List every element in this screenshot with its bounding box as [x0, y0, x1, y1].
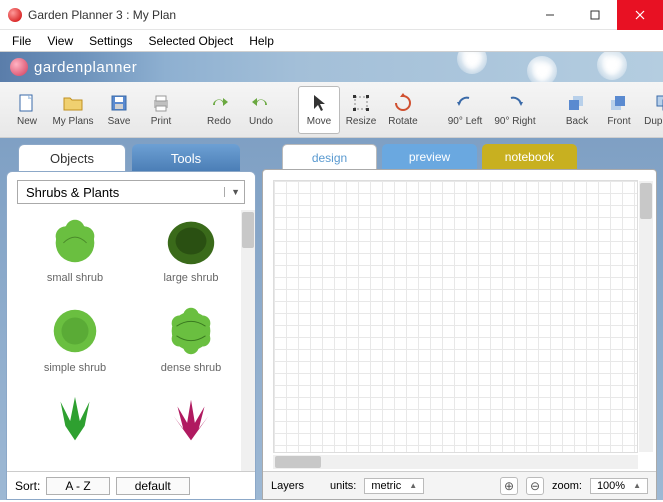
- rotate-button[interactable]: Rotate: [382, 86, 424, 134]
- right-panel: design preview notebook Layers units: me…: [262, 144, 657, 500]
- back-button[interactable]: Back: [556, 86, 598, 134]
- tab-tools[interactable]: Tools: [132, 144, 240, 172]
- object-label: dense shrub: [161, 362, 222, 374]
- sort-default-button[interactable]: default: [116, 477, 190, 495]
- object-item[interactable]: dense shrub: [133, 302, 249, 392]
- cursor-icon: [308, 92, 330, 114]
- object-label: small shrub: [47, 272, 103, 284]
- sort-bar: Sort: A - Z default: [7, 471, 255, 499]
- myplans-button[interactable]: My Plans: [48, 86, 98, 134]
- menu-help[interactable]: Help: [241, 32, 282, 50]
- send-back-icon: [566, 92, 588, 114]
- tab-notebook[interactable]: notebook: [482, 144, 577, 170]
- zoom-out-button[interactable]: ⊖: [526, 477, 544, 495]
- object-item[interactable]: [17, 392, 133, 471]
- blossom-decoration: [461, 52, 483, 70]
- object-label: simple shrub: [44, 362, 106, 374]
- rotate-icon: [392, 92, 414, 114]
- units-label: units:: [330, 480, 356, 492]
- save-button[interactable]: Save: [98, 86, 140, 134]
- resize-button[interactable]: Resize: [340, 86, 382, 134]
- brand-bar: gardenplanner: [0, 52, 663, 82]
- minus-icon: ⊖: [530, 479, 540, 493]
- object-label: large shrub: [163, 272, 218, 284]
- left-tabs: Objects Tools: [18, 144, 256, 172]
- objects-scrollbar[interactable]: [241, 210, 255, 471]
- print-button[interactable]: Print: [140, 86, 182, 134]
- save-icon: [108, 92, 130, 114]
- design-canvas[interactable]: [273, 180, 638, 453]
- zoom-label: zoom:: [552, 480, 582, 492]
- sort-label: Sort:: [15, 479, 40, 493]
- menubar: File View Settings Selected Object Help: [0, 30, 663, 52]
- sort-az-button[interactable]: A - Z: [46, 477, 109, 495]
- resize-icon: [350, 92, 372, 114]
- bring-front-icon: [608, 92, 630, 114]
- canvas-hscrollbar[interactable]: [273, 455, 638, 469]
- logo-icon: [10, 58, 28, 76]
- close-button[interactable]: [617, 0, 663, 30]
- objects-panel: Shrubs & Plants ▼ small shrub large shru…: [6, 171, 256, 500]
- redo-button[interactable]: Redo: [198, 86, 240, 134]
- new-icon: [16, 92, 38, 114]
- blossom-decoration: [601, 54, 623, 76]
- minimize-button[interactable]: [527, 0, 572, 30]
- object-item[interactable]: large shrub: [133, 212, 249, 302]
- menu-view[interactable]: View: [39, 32, 81, 50]
- plus-icon: ⊕: [504, 479, 514, 493]
- menu-file[interactable]: File: [4, 32, 39, 50]
- blossom-decoration: [531, 60, 553, 82]
- tab-design[interactable]: design: [282, 144, 377, 170]
- rotate-right-icon: [504, 92, 526, 114]
- units-select[interactable]: metric▲: [364, 478, 424, 494]
- object-item[interactable]: [133, 392, 249, 471]
- menu-settings[interactable]: Settings: [81, 32, 140, 50]
- print-icon: [150, 92, 172, 114]
- workspace: Objects Tools Shrubs & Plants ▼ small sh…: [0, 138, 663, 500]
- canvas-tabs: design preview notebook: [282, 144, 657, 170]
- layers-button[interactable]: Layers: [271, 480, 304, 492]
- tab-preview[interactable]: preview: [382, 144, 477, 170]
- titlebar: Garden Planner 3 : My Plan: [0, 0, 663, 30]
- objects-grid: small shrub large shrub simple shrub den…: [7, 210, 255, 471]
- toolbar: New My Plans Save Print Redo Undo Move R…: [0, 82, 663, 138]
- logo-text: gardenplanner: [34, 59, 137, 76]
- category-value: Shrubs & Plants: [26, 185, 119, 200]
- duplicate-icon: [654, 92, 663, 114]
- left-panel: Objects Tools Shrubs & Plants ▼ small sh…: [6, 144, 256, 500]
- window-title: Garden Planner 3 : My Plan: [28, 8, 527, 22]
- menu-selected-object[interactable]: Selected Object: [141, 32, 242, 50]
- maximize-button[interactable]: [572, 0, 617, 30]
- front-button[interactable]: Front: [598, 86, 640, 134]
- duplicate-button[interactable]: Duplicate: [640, 86, 663, 134]
- chevron-down-icon: ▼: [224, 187, 240, 197]
- undo-button[interactable]: Undo: [240, 86, 282, 134]
- chevron-up-icon: ▲: [633, 481, 641, 490]
- rotate-90-right-button[interactable]: 90° Right: [490, 86, 540, 134]
- status-bar: Layers units: metric▲ ⊕ ⊖ zoom: 100%▲: [263, 471, 656, 499]
- object-item[interactable]: simple shrub: [17, 302, 133, 392]
- redo-icon: [208, 92, 230, 114]
- chevron-up-icon: ▲: [409, 481, 417, 490]
- rotate-left-icon: [454, 92, 476, 114]
- object-item[interactable]: small shrub: [17, 212, 133, 302]
- zoom-select[interactable]: 100%▲: [590, 478, 648, 494]
- canvas-vscrollbar[interactable]: [639, 181, 653, 452]
- folder-icon: [62, 92, 84, 114]
- canvas-panel: Layers units: metric▲ ⊕ ⊖ zoom: 100%▲: [262, 169, 657, 500]
- app-icon: [8, 8, 22, 22]
- tab-objects[interactable]: Objects: [18, 144, 126, 172]
- undo-icon: [250, 92, 272, 114]
- move-button[interactable]: Move: [298, 86, 340, 134]
- rotate-90-left-button[interactable]: 90° Left: [440, 86, 490, 134]
- new-button[interactable]: New: [6, 86, 48, 134]
- category-select[interactable]: Shrubs & Plants ▼: [17, 180, 245, 204]
- zoom-in-button[interactable]: ⊕: [500, 477, 518, 495]
